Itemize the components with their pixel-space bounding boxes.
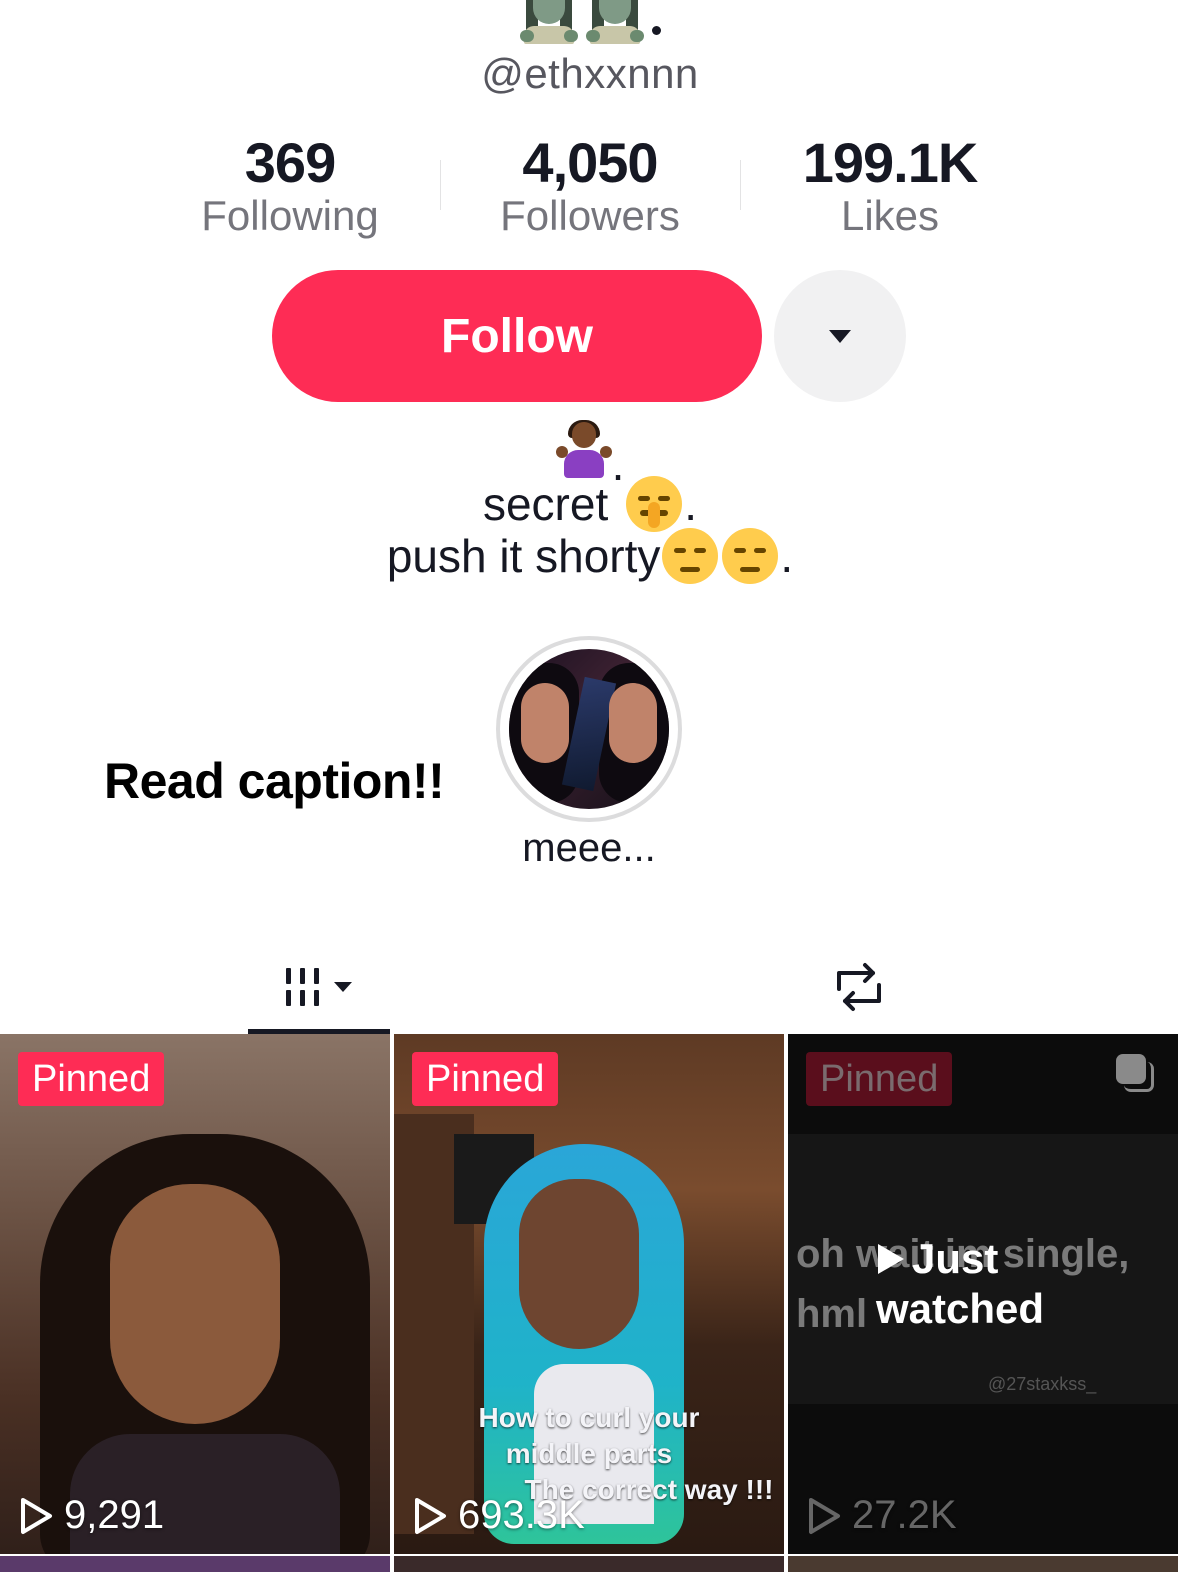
just-watched-text: watched <box>876 1285 1045 1332</box>
video-overlay-text: How to curl your <box>478 1402 700 1433</box>
caret-down-icon <box>829 329 851 343</box>
bio-text: push it shorty <box>386 530 661 582</box>
zombie-emoji-icon <box>585 0 644 44</box>
username: @ethxxnnn <box>481 50 699 97</box>
view-count-text: 9,291 <box>64 1493 165 1537</box>
grid-icon <box>286 968 352 1006</box>
overlay-caption: Read caption!! <box>104 753 445 809</box>
story-highlight[interactable] <box>496 636 682 822</box>
person-shrugging-emoji-icon <box>555 420 612 482</box>
multi-photo-icon <box>1116 1054 1156 1094</box>
stat-following[interactable]: 369 Following <box>140 132 440 242</box>
stat-followers[interactable]: 4,050 Followers <box>440 132 740 242</box>
next-video-row <box>0 1556 1180 1572</box>
video-thumbnail[interactable] <box>0 1556 390 1572</box>
view-count-text: 27.2K <box>852 1493 957 1537</box>
stat-value: 4,050 <box>522 131 658 194</box>
highlight-thumbnail <box>509 649 669 809</box>
view-count: 693.3K <box>412 1493 585 1538</box>
view-count: 9,291 <box>18 1493 164 1538</box>
video-thumbnail[interactable]: Pinned 9,291 <box>0 1034 390 1554</box>
highlight-label: meee... <box>522 826 656 870</box>
play-icon <box>21 1497 52 1534</box>
bio-line-1: . <box>0 420 1180 490</box>
bio-dot: . <box>684 478 698 530</box>
nickname-emoji-row <box>0 0 1180 48</box>
video-thumbnail[interactable]: Pinned How to curl your middle parts The… <box>394 1034 784 1554</box>
bio-line-2: secret . <box>0 476 1180 532</box>
video-thumbnail[interactable]: oh wait im single, hml Just watched @27s… <box>788 1034 1178 1554</box>
profile-bio: . secret . push it shorty . <box>0 420 1180 584</box>
stat-likes[interactable]: 199.1K Likes <box>740 132 1040 242</box>
stat-label: Likes <box>840 192 940 239</box>
zombie-emoji-icon <box>519 0 578 44</box>
just-watched-indicator: Just watched <box>876 1234 1045 1334</box>
video-thumbnail[interactable] <box>788 1556 1178 1572</box>
video-overlay-text: hml <box>796 1292 868 1336</box>
unamused-face-emoji-icon <box>722 528 779 584</box>
bio-dot: . <box>611 438 625 490</box>
stat-label: Followers <box>500 192 680 239</box>
play-icon <box>809 1497 840 1534</box>
profile-stats: 369 Following 4,050 Followers 199.1K Lik… <box>140 132 1040 242</box>
video-grid: Pinned 9,291 Pinned How to curl your mid… <box>0 1034 1180 1572</box>
stat-value: 199.1K <box>802 131 979 194</box>
tab-videos[interactable] <box>248 940 390 1034</box>
repost-icon <box>837 963 881 1011</box>
bio-text: secret <box>482 478 609 530</box>
profile-tabs <box>0 940 1180 1034</box>
just-watched-text: Just <box>912 1235 999 1282</box>
bio-dot: . <box>780 530 794 582</box>
stat-label: Following <box>201 192 379 239</box>
pinned-badge: Pinned <box>18 1052 165 1106</box>
pinned-badge: Pinned <box>806 1052 953 1106</box>
pinned-badge: Pinned <box>412 1052 559 1106</box>
play-icon <box>415 1497 446 1534</box>
unamused-face-emoji-icon <box>662 528 719 584</box>
suggested-accounts-button[interactable] <box>774 270 906 402</box>
shushing-face-emoji-icon <box>626 476 683 532</box>
play-icon <box>878 1244 904 1274</box>
tiktok-watermark: @27staxkss_ <box>988 1374 1097 1394</box>
nickname-dot <box>651 26 661 35</box>
stat-value: 369 <box>244 131 336 194</box>
view-count-text: 693.3K <box>458 1493 585 1537</box>
video-overlay-text: middle parts <box>505 1438 673 1469</box>
caret-down-icon <box>334 982 352 992</box>
tab-reposts[interactable] <box>788 940 930 1034</box>
view-count: 27.2K <box>806 1493 957 1538</box>
follow-button[interactable]: Follow <box>272 270 762 402</box>
bio-line-3: push it shorty . <box>0 528 1180 584</box>
video-thumbnail[interactable] <box>394 1556 784 1572</box>
